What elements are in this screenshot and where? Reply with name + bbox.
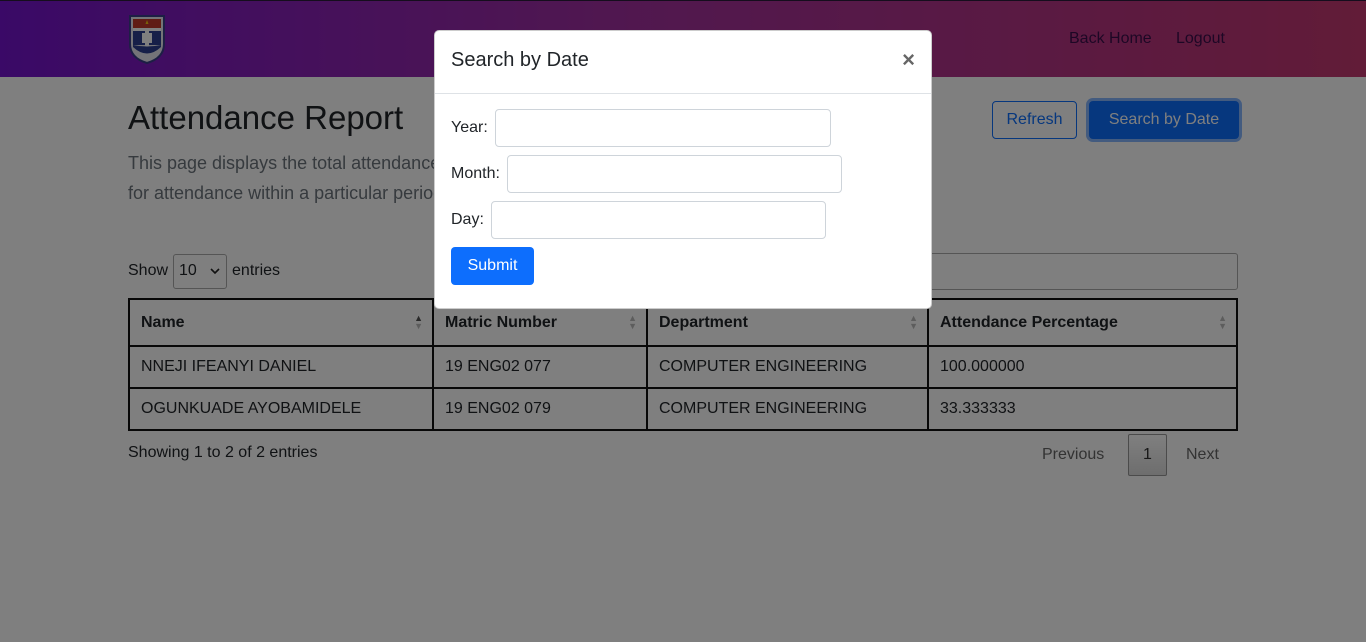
day-input[interactable] — [490, 201, 826, 239]
month-form-row: Month: — [451, 155, 842, 193]
year-label: Year: — [451, 119, 488, 136]
month-label: Month: — [451, 165, 500, 182]
modal-title: Search by Date — [451, 49, 589, 71]
month-input[interactable] — [506, 155, 842, 193]
year-input[interactable] — [494, 109, 831, 147]
submit-button[interactable]: Submit — [451, 247, 534, 285]
search-by-date-modal: Search by Date × Year: Month: Day: Submi… — [434, 30, 932, 309]
modal-header: Search by Date × — [435, 31, 931, 94]
close-icon[interactable]: × — [902, 47, 915, 73]
day-label: Day: — [451, 211, 484, 228]
year-form-row: Year: — [451, 109, 831, 147]
day-form-row: Day: — [451, 201, 826, 239]
